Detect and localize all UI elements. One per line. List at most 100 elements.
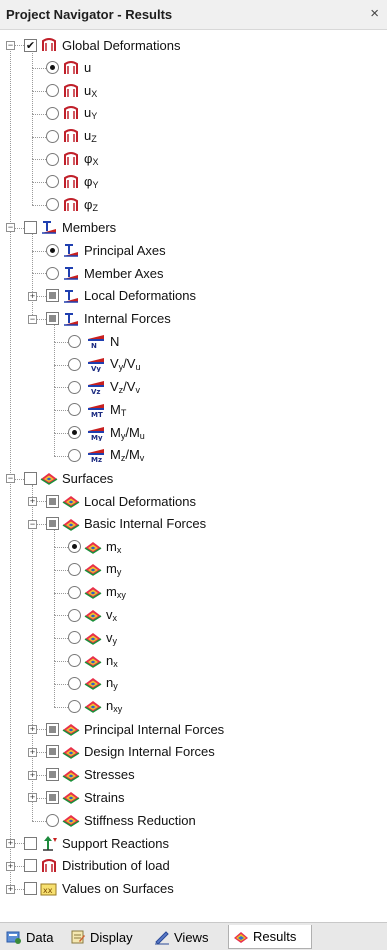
radio-button[interactable] — [68, 380, 81, 394]
radio-internal-force-2[interactable]: Vz Vz/Vv — [68, 376, 140, 398]
collapse-toggle[interactable]: − — [28, 519, 37, 529]
tree-item-principal-internal-forces[interactable]: Principal Internal Forces — [46, 718, 224, 740]
expand-toggle[interactable]: + — [28, 793, 37, 803]
radio-button[interactable] — [46, 61, 59, 75]
radio-deformation-4[interactable]: φX — [46, 148, 98, 170]
tree-item-support-reactions[interactable]: Support Reactions — [24, 832, 169, 854]
radio-basic-force-6[interactable]: ny — [68, 672, 118, 694]
tree-item-strains[interactable]: Strains — [46, 786, 124, 808]
tab-views[interactable]: Views — [154, 925, 222, 949]
tab-results[interactable]: Results — [228, 925, 312, 949]
collapse-toggle[interactable]: − — [6, 474, 15, 484]
radio-button[interactable] — [68, 608, 81, 622]
radio-button[interactable] — [68, 357, 81, 371]
checkbox[interactable] — [46, 517, 59, 531]
checkbox[interactable] — [46, 768, 59, 782]
tree-item-stresses[interactable]: Stresses — [46, 764, 135, 786]
tree-item-global-deformations[interactable]: Global Deformations — [24, 34, 181, 56]
checkbox[interactable] — [46, 722, 59, 736]
checkbox[interactable] — [24, 836, 37, 850]
tree-item-member-local-deformations[interactable]: Local Deformations — [46, 285, 196, 307]
tree-item-values-on-surfaces[interactable]: xx Values on Surfaces — [24, 878, 174, 900]
tab-data[interactable]: Data — [6, 925, 66, 949]
radio-basic-force-2[interactable]: mxy — [68, 581, 126, 603]
tree-item-design-internal-forces[interactable]: Design Internal Forces — [46, 741, 215, 763]
radio-principal-axes[interactable]: Principal Axes — [46, 239, 166, 261]
radio-button[interactable] — [68, 426, 81, 440]
checkbox[interactable] — [46, 494, 59, 508]
radio-button[interactable] — [68, 562, 81, 576]
radio-button[interactable] — [68, 540, 81, 554]
close-icon[interactable]: × — [370, 5, 379, 22]
radio-button[interactable] — [46, 129, 59, 143]
checkbox[interactable] — [24, 38, 37, 52]
radio-button[interactable] — [46, 175, 59, 189]
tree-item-basic-internal-forces[interactable]: Basic Internal Forces — [46, 513, 206, 535]
radio-deformation-1[interactable]: uX — [46, 80, 97, 102]
tab-display-label: Display — [90, 929, 133, 945]
radio-internal-force-1[interactable]: Vy Vy/Vu — [68, 353, 140, 375]
tree-item-internal-forces[interactable]: Internal Forces — [46, 308, 171, 330]
force-symbol: M — [110, 424, 121, 440]
radio-basic-force-1[interactable]: my — [68, 558, 121, 580]
radio-basic-force-0[interactable]: mx — [68, 536, 121, 558]
tree-item-surfaces[interactable]: Surfaces — [24, 467, 113, 489]
radio-deformation-2[interactable]: uY — [46, 102, 97, 124]
radio-button[interactable] — [46, 198, 59, 212]
radio-button[interactable] — [46, 266, 59, 280]
radio-deformation-5[interactable]: φY — [46, 171, 98, 193]
checkbox[interactable] — [24, 882, 37, 896]
radio-button[interactable] — [46, 152, 59, 166]
radio-basic-force-5[interactable]: nx — [68, 650, 118, 672]
radio-stiffness-reduction[interactable]: Stiffness Reduction — [46, 809, 196, 831]
radio-deformation-0[interactable]: u — [46, 57, 91, 79]
checkbox[interactable] — [46, 289, 59, 303]
checkbox[interactable] — [46, 745, 59, 759]
radio-button[interactable] — [68, 334, 81, 348]
expand-toggle[interactable]: + — [28, 770, 37, 780]
radio-deformation-3[interactable]: uZ — [46, 125, 97, 147]
surface-icon — [84, 701, 102, 714]
checkbox[interactable] — [46, 790, 59, 804]
collapse-toggle[interactable]: − — [28, 314, 37, 324]
radio-member-axes[interactable]: Member Axes — [46, 262, 163, 284]
expand-toggle[interactable]: + — [28, 497, 37, 506]
expand-toggle[interactable]: + — [6, 884, 15, 894]
radio-internal-force-5[interactable]: Mz Mz/Mv — [68, 444, 144, 466]
tree-item-distribution-of-load[interactable]: Distribution of load — [24, 855, 170, 877]
expand-toggle[interactable]: + — [28, 747, 37, 757]
expand-toggle[interactable]: + — [28, 291, 37, 301]
radio-internal-force-0[interactable]: NN — [68, 330, 119, 352]
radio-internal-force-4[interactable]: My My/Mu — [68, 422, 145, 444]
expand-toggle[interactable]: + — [6, 861, 15, 871]
tree-item-surface-local-deformations[interactable]: Local Deformations — [46, 490, 196, 512]
radio-button[interactable] — [46, 106, 59, 120]
radio-button[interactable] — [68, 631, 81, 645]
checkbox[interactable] — [46, 312, 59, 326]
radio-basic-force-4[interactable]: vy — [68, 627, 117, 649]
collapse-toggle[interactable]: − — [6, 223, 15, 233]
radio-button[interactable] — [46, 243, 59, 257]
radio-internal-force-3[interactable]: MT MT — [68, 399, 126, 421]
radio-button[interactable] — [46, 84, 59, 98]
radio-basic-force-3[interactable]: vx — [68, 604, 117, 626]
tree-item-members[interactable]: Members — [24, 216, 116, 238]
force-symbol-2: /M — [125, 447, 140, 463]
checkbox[interactable] — [24, 220, 37, 234]
radio-button[interactable] — [46, 813, 59, 827]
radio-button[interactable] — [68, 448, 81, 462]
expand-toggle[interactable]: + — [6, 839, 15, 848]
checkbox[interactable] — [24, 471, 37, 485]
expand-toggle[interactable]: + — [28, 725, 37, 734]
views-icon — [155, 931, 169, 945]
radio-basic-force-7[interactable]: nxy — [68, 695, 122, 717]
radio-deformation-6[interactable]: φZ — [46, 194, 98, 216]
radio-button[interactable] — [68, 654, 81, 668]
tab-display[interactable]: Display — [70, 925, 148, 949]
radio-button[interactable] — [68, 403, 81, 417]
radio-button[interactable] — [68, 585, 81, 599]
collapse-toggle[interactable]: − — [6, 41, 15, 50]
radio-button[interactable] — [68, 676, 81, 690]
checkbox[interactable] — [24, 859, 37, 873]
radio-button[interactable] — [68, 699, 81, 713]
